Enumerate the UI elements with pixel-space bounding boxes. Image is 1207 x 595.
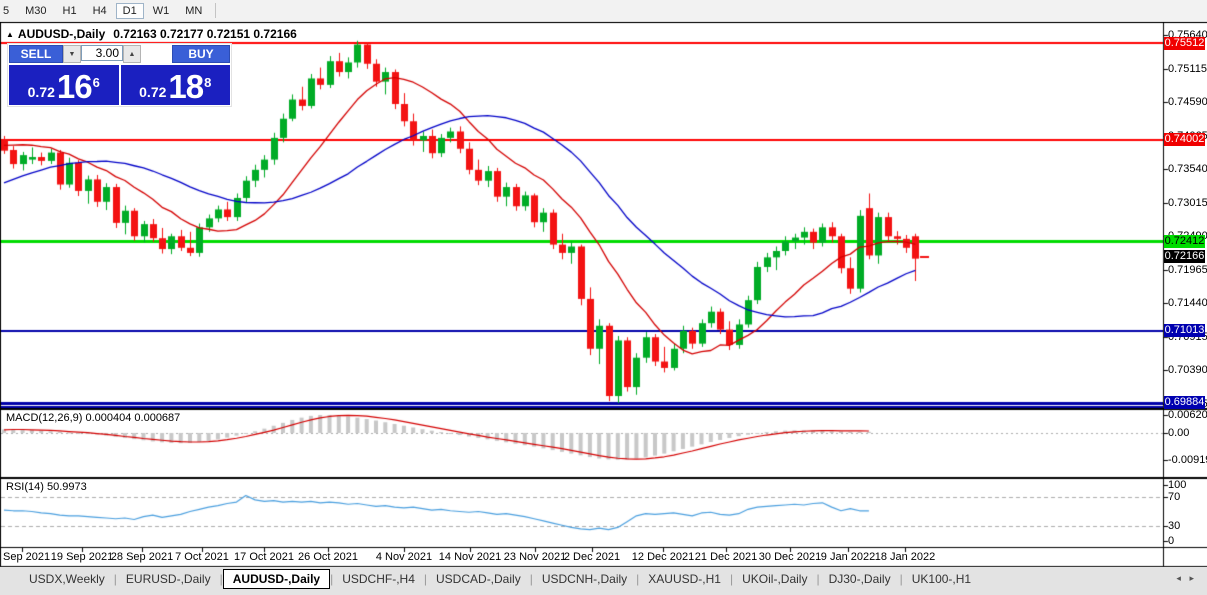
date-axis-label: 18 Jan 2022	[874, 551, 936, 563]
level-price-badge: 0.72412	[1164, 234, 1205, 248]
trade-controls-row: SELL ▼ ▲ BUY	[9, 45, 230, 63]
bid-pipette: 6	[92, 75, 100, 90]
ask-big-figure: 18	[168, 68, 204, 105]
level-price-badge: 0.69884	[1164, 396, 1205, 410]
price-axis-label: 0.74590	[1168, 96, 1207, 109]
chart-tab-uk100-h1[interactable]: UK100-,H1	[903, 569, 980, 589]
level-price-badge: 0.71013	[1164, 324, 1205, 338]
date-axis-label: 17 Oct 2021	[234, 551, 294, 563]
date-axis-label: 14 Nov 2021	[438, 551, 502, 563]
timeframe-button-d1[interactable]: D1	[115, 2, 144, 19]
chart-tab-usdcnh-daily[interactable]: USDCNH-,Daily	[533, 569, 636, 589]
timeframe-button-mn[interactable]: MN	[178, 3, 209, 19]
volume-up-button[interactable]: ▲	[123, 45, 141, 63]
bid-big-figure: 16	[56, 68, 93, 105]
chart-tab-dj30-daily[interactable]: DJ30-,Daily	[820, 569, 900, 589]
macd-axis-label: 0.00	[1168, 427, 1190, 439]
symbol-tab-bar: USDX,Weekly | EURUSD-,Daily | AUDUSD-,Daily |…	[0, 567, 1207, 595]
price-axis-label: 0.71440	[1168, 297, 1207, 310]
price-axis-label: 0.75115	[1168, 62, 1207, 75]
date-axis-label: 28 Sep 2021	[110, 551, 174, 563]
buy-button[interactable]: BUY	[172, 45, 230, 63]
ohlc-values: 0.72163 0.72177 0.72151 0.72166	[113, 27, 297, 41]
chart-tab-audusd-daily[interactable]: AUDUSD-,Daily	[222, 569, 331, 589]
tab-scroll-arrows: ◂ ▸	[1173, 569, 1197, 584]
timeframe-toolbar: 5 M30 H1 H4 D1 W1 MN	[0, 0, 1207, 22]
bid-prefix: 0.72	[27, 84, 55, 100]
macd-indicator-label: MACD(12,26,9) 0.000404 0.000687	[6, 412, 181, 424]
price-axis-label: 0.70390	[1168, 364, 1207, 377]
mt4-window: 5 M30 H1 H4 D1 W1 MN ▲ AUDUSD-,Daily 0.72163 0.7…	[0, 0, 1207, 595]
timeframe-button-m30[interactable]: M30	[18, 3, 53, 19]
date-axis-label: 9 Jan 2022	[820, 551, 876, 563]
timeframe-button-h4[interactable]: H4	[86, 3, 114, 19]
sell-button[interactable]: SELL	[9, 45, 63, 63]
bid-ask-row: 0.72 16 6 0.72 18 8	[9, 65, 230, 105]
price-axis-label: 0.71965	[1168, 263, 1207, 276]
chart-tab-ukoil-daily[interactable]: UKOil-,Daily	[733, 569, 816, 589]
rsi-axis-label: 30	[1168, 520, 1181, 532]
volume-down-button[interactable]: ▼	[63, 45, 81, 63]
timeframe-button-h1[interactable]: H1	[56, 3, 84, 19]
ask-pipette: 8	[204, 75, 212, 90]
toolbar-divider	[215, 3, 217, 18]
symbol-tabs: USDX,Weekly | EURUSD-,Daily | AUDUSD-,Daily |…	[20, 569, 980, 589]
date-axis-label: 12 Dec 2021	[631, 551, 695, 563]
collapse-triangle-icon[interactable]: ▲	[6, 30, 14, 39]
ask-prefix: 0.72	[139, 84, 167, 100]
chart-tab-usdchf-h4[interactable]: USDCHF-,H4	[333, 569, 424, 589]
timeframe-button-w1[interactable]: W1	[146, 3, 177, 19]
date-axis-label: 9 Sep 2021	[0, 551, 51, 563]
volume-input[interactable]	[81, 45, 123, 61]
rsi-axis-label: 70	[1168, 491, 1181, 503]
date-axis-label: 4 Nov 2021	[375, 551, 433, 563]
chart-tab-xauusd-h1[interactable]: XAUUSD-,H1	[639, 569, 730, 589]
rsi-indicator-label: RSI(14) 50.9973	[6, 481, 87, 493]
rsi-axis-label: 100	[1168, 479, 1187, 491]
date-axis-label: 26 Oct 2021	[298, 551, 358, 563]
level-price-badge: 0.74002	[1164, 133, 1205, 147]
date-axis-label: 23 Nov 2021	[503, 551, 567, 563]
chart-tab-eurusd-daily[interactable]: EURUSD-,Daily	[117, 569, 220, 589]
chart-tab-usdx-weekly[interactable]: USDX,Weekly	[20, 569, 114, 589]
price-axis-label: 0.73015	[1168, 196, 1207, 209]
price-axis-label: 0.73540	[1168, 163, 1207, 176]
chart-tab-usdcad-daily[interactable]: USDCAD-,Daily	[427, 569, 530, 589]
current-price-badge: 0.72166	[1164, 250, 1205, 264]
date-axis-label: 30 Dec 2021	[758, 551, 822, 563]
macd-axis-label: -0.009197	[1168, 453, 1207, 466]
date-axis-label: 2 Dec 2021	[563, 551, 621, 563]
bid-price-panel[interactable]: 0.72 16 6	[9, 65, 119, 105]
tab-scroll-left-icon[interactable]: ◂	[1176, 573, 1181, 583]
tab-scroll-right-icon[interactable]: ▸	[1189, 573, 1194, 583]
level-price-badge: 0.75512	[1164, 36, 1205, 50]
rsi-axis-label: 0	[1168, 535, 1175, 547]
one-click-trading-panel: SELL ▼ ▲ BUY 0.72166 0.72188	[8, 44, 231, 106]
date-axis-label: 7 Oct 2021	[175, 551, 229, 563]
date-axis-label: 21 Dec 2021	[694, 551, 758, 563]
date-axis-label: 19 Sep 2021	[50, 551, 114, 563]
timeframe-button-5[interactable]: 5	[0, 3, 16, 19]
macd-axis-label: 0.006201	[1168, 409, 1207, 422]
chart-title: ▲ AUDUSD-,Daily 0.72163 0.72177 0.72151 0.…	[6, 27, 297, 41]
symbol-timeframe-label: AUDUSD-,Daily	[17, 27, 106, 41]
ask-price-panel[interactable]: 0.72 18 8	[120, 65, 230, 105]
